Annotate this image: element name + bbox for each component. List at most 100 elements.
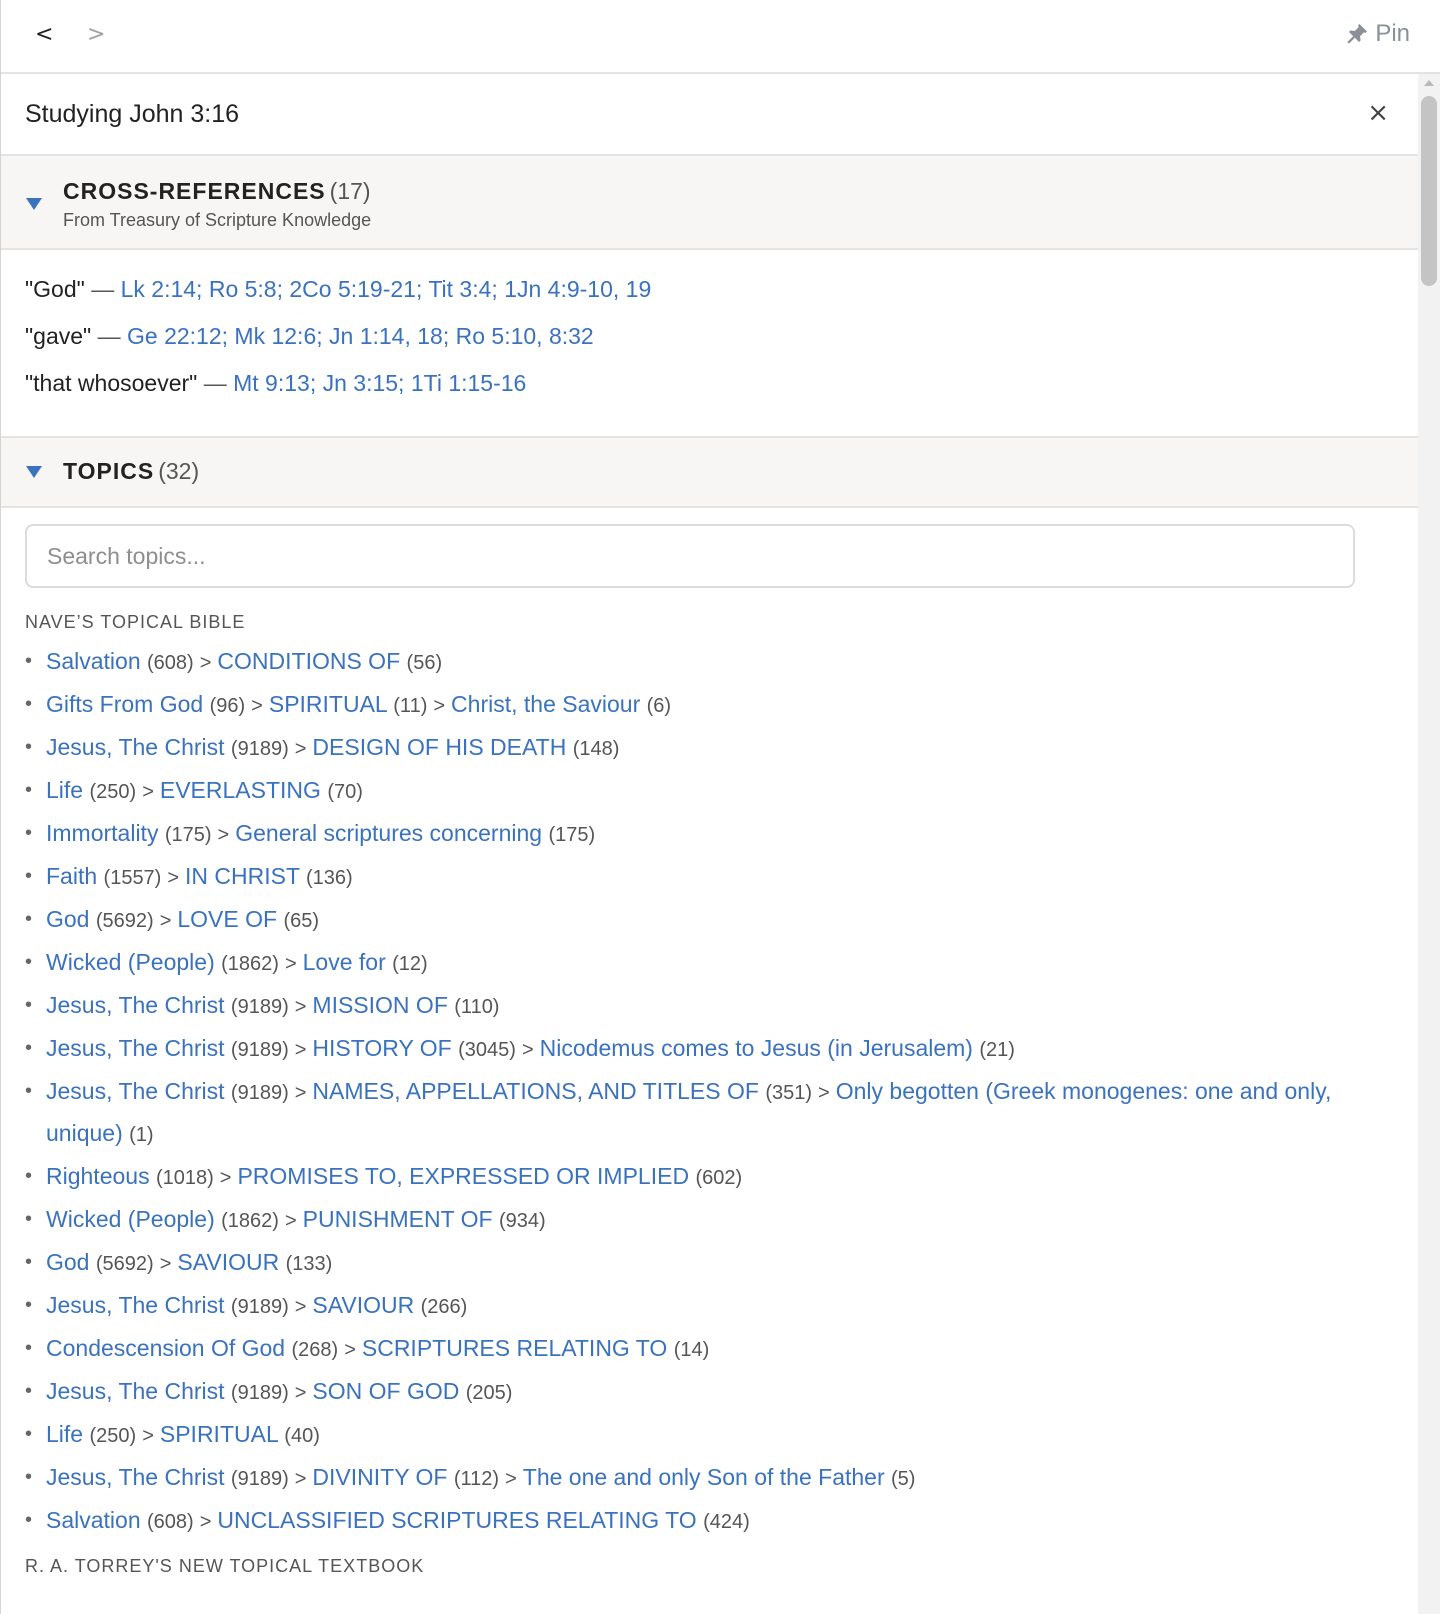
topic-list-item: Wicked (People) (1862)> PUNISHMENT OF (93… xyxy=(25,1199,1395,1241)
topic-link[interactable]: IN CHRIST xyxy=(185,863,300,889)
topic-link[interactable]: EVERLASTING xyxy=(160,777,321,803)
topic-count: (1018) xyxy=(155,1167,214,1189)
topic-count: (110) xyxy=(454,996,500,1018)
topic-link[interactable]: Faith xyxy=(46,863,97,889)
cross-reference-entry: "God" — Lk 2:14; Ro 5:8; 2Co 5:19-21; Ti… xyxy=(25,266,1395,313)
topic-count: (112) xyxy=(453,1468,500,1490)
topic-link[interactable]: Jesus, The Christ xyxy=(46,1078,225,1104)
topic-count: (9189) xyxy=(230,1468,289,1490)
scripture-reference-link[interactable]: Ro 5:8 xyxy=(209,276,277,302)
topic-link[interactable]: Wicked (People) xyxy=(46,949,215,975)
topic-link[interactable]: DIVINITY OF xyxy=(312,1464,447,1490)
topic-link[interactable]: Condescension Of God xyxy=(46,1335,285,1361)
topic-link[interactable]: Jesus, The Christ xyxy=(46,734,225,760)
close-button[interactable]: × xyxy=(1367,98,1389,128)
reference-separator: ; xyxy=(398,370,411,396)
scripture-reference-link[interactable]: Ro 5:10, 8:32 xyxy=(456,323,594,349)
topic-count: (5692) xyxy=(95,910,154,932)
reference-separator: ; xyxy=(491,276,505,302)
scripture-reference-link[interactable]: Tit 3:4 xyxy=(428,276,491,302)
topic-link[interactable]: SCRIPTURES RELATING TO xyxy=(362,1335,667,1361)
topic-count: (148) xyxy=(572,738,620,760)
topic-link[interactable]: Jesus, The Christ xyxy=(46,1292,225,1318)
topic-link[interactable]: SPIRITUAL xyxy=(160,1421,278,1447)
topic-link[interactable]: UNCLASSIFIED SCRIPTURES RELATING TO xyxy=(217,1507,696,1533)
scripture-reference-link[interactable]: 1Ti 1:15-16 xyxy=(411,370,527,396)
topic-link[interactable]: Salvation xyxy=(46,1507,141,1533)
topic-link[interactable]: Wicked (People) xyxy=(46,1206,215,1232)
topics-header[interactable]: TOPICS (32) xyxy=(1,436,1419,508)
scripture-reference-link[interactable]: Lk 2:14 xyxy=(121,276,196,302)
topic-link[interactable]: The one and only Son of the Father xyxy=(523,1464,885,1490)
topic-link[interactable]: Love for xyxy=(303,949,386,975)
topic-link[interactable]: NAMES, APPELLATIONS, AND TITLES OF xyxy=(312,1078,759,1104)
topic-link[interactable]: PROMISES TO, EXPRESSED OR IMPLIED xyxy=(237,1163,689,1189)
top-nav-bar: < > Pin xyxy=(1,0,1440,74)
cross-references-count: (17) xyxy=(329,178,371,204)
topic-link[interactable]: SON OF GOD xyxy=(312,1378,459,1404)
topic-link[interactable]: Life xyxy=(46,777,83,803)
topic-link[interactable]: Life xyxy=(46,1421,83,1447)
breadcrumb-separator: > xyxy=(521,1039,534,1061)
breadcrumb-separator: > xyxy=(251,695,263,717)
topic-count: (5692) xyxy=(95,1253,154,1275)
topic-link[interactable]: DESIGN OF HIS DEATH xyxy=(312,734,566,760)
back-button[interactable]: < xyxy=(35,22,53,47)
scripture-reference-link[interactable]: Jn 3:15 xyxy=(323,370,398,396)
topic-count: (175) xyxy=(164,824,212,846)
reference-separator: ; xyxy=(442,323,456,349)
breadcrumb-separator: > xyxy=(217,824,230,846)
scripture-reference-link[interactable]: 2Co 5:19-21 xyxy=(289,276,416,302)
topic-link[interactable]: SAVIOUR xyxy=(312,1292,414,1318)
topic-list-item: Salvation (608)>UNCLASSIFIED SCRIPTURES … xyxy=(25,1500,1395,1542)
topic-link[interactable]: Salvation xyxy=(46,648,141,674)
pin-button[interactable]: Pin xyxy=(1345,20,1410,48)
topic-link[interactable]: CONDITIONS OF xyxy=(217,648,400,674)
topic-link[interactable]: HISTORY OF xyxy=(312,1035,451,1061)
scripture-reference-link[interactable]: 1Jn 4:9-10, 19 xyxy=(504,276,651,302)
scripture-reference-link[interactable]: Mt 9:13 xyxy=(233,370,310,396)
breadcrumb-separator: > xyxy=(433,695,446,717)
topic-count: (205) xyxy=(465,1382,513,1404)
forward-button[interactable]: > xyxy=(87,22,105,47)
topic-link[interactable]: Righteous xyxy=(46,1163,150,1189)
topic-link[interactable]: Jesus, The Christ xyxy=(46,1464,225,1490)
topic-link[interactable]: God xyxy=(46,906,89,932)
breadcrumb-separator: > xyxy=(294,996,307,1018)
topic-list-item: Jesus, The Christ (9189)>DIVINITY OF (11… xyxy=(25,1457,1395,1499)
collapse-triangle-icon[interactable] xyxy=(26,198,42,210)
em-dash: — xyxy=(91,323,127,349)
collapse-triangle-icon[interactable] xyxy=(26,466,42,478)
topic-link[interactable]: SAVIOUR xyxy=(177,1249,279,1275)
study-panel: < > Pin Studying John 3:16 × CROSS-REFER… xyxy=(0,0,1440,1614)
topic-link[interactable]: Jesus, The Christ xyxy=(46,1035,225,1061)
topic-link[interactable]: Nicodemus comes to Jesus (in Jerusalem) xyxy=(540,1035,973,1061)
topic-link[interactable]: General scriptures concerning xyxy=(235,820,542,846)
topic-link[interactable]: SPIRITUAL xyxy=(269,691,387,717)
topic-count: (608) xyxy=(147,652,194,674)
study-header: Studying John 3:16 × xyxy=(1,74,1419,156)
search-topics-input[interactable] xyxy=(25,524,1355,588)
topic-link[interactable]: PUNISHMENT OF xyxy=(303,1206,493,1232)
topic-link[interactable]: MISSION OF xyxy=(312,992,447,1018)
topic-link[interactable]: Immortality xyxy=(46,820,158,846)
topic-count: (602) xyxy=(695,1167,743,1189)
scrollbar-thumb[interactable] xyxy=(1421,96,1437,286)
topic-link[interactable]: Jesus, The Christ xyxy=(46,1378,225,1404)
scripture-reference-link[interactable]: Ge 22:12 xyxy=(127,323,222,349)
scrollbar[interactable] xyxy=(1418,74,1440,1614)
topic-count: (6) xyxy=(646,695,672,717)
cross-references-header[interactable]: CROSS-REFERENCES (17) From Treasury of Sc… xyxy=(1,156,1419,250)
topic-link[interactable]: Jesus, The Christ xyxy=(46,992,225,1018)
breadcrumb-separator: > xyxy=(159,1253,172,1275)
topic-link[interactable]: God xyxy=(46,1249,89,1275)
scripture-reference-link[interactable]: Jn 1:14, 18 xyxy=(329,323,443,349)
cross-reference-term: "that whosoever" xyxy=(25,370,198,396)
breadcrumb-separator: > xyxy=(284,1210,297,1232)
topic-link[interactable]: Gifts From God xyxy=(46,691,203,717)
topic-link[interactable]: LOVE OF xyxy=(177,906,277,932)
scripture-reference-link[interactable]: Mk 12:6 xyxy=(234,323,316,349)
topic-link[interactable]: Christ, the Saviour xyxy=(451,691,640,717)
scroll-up-arrow-icon[interactable] xyxy=(1424,80,1434,86)
topics-body: NAVE’S TOPICAL BIBLESalvation (608)>COND… xyxy=(1,508,1419,1577)
